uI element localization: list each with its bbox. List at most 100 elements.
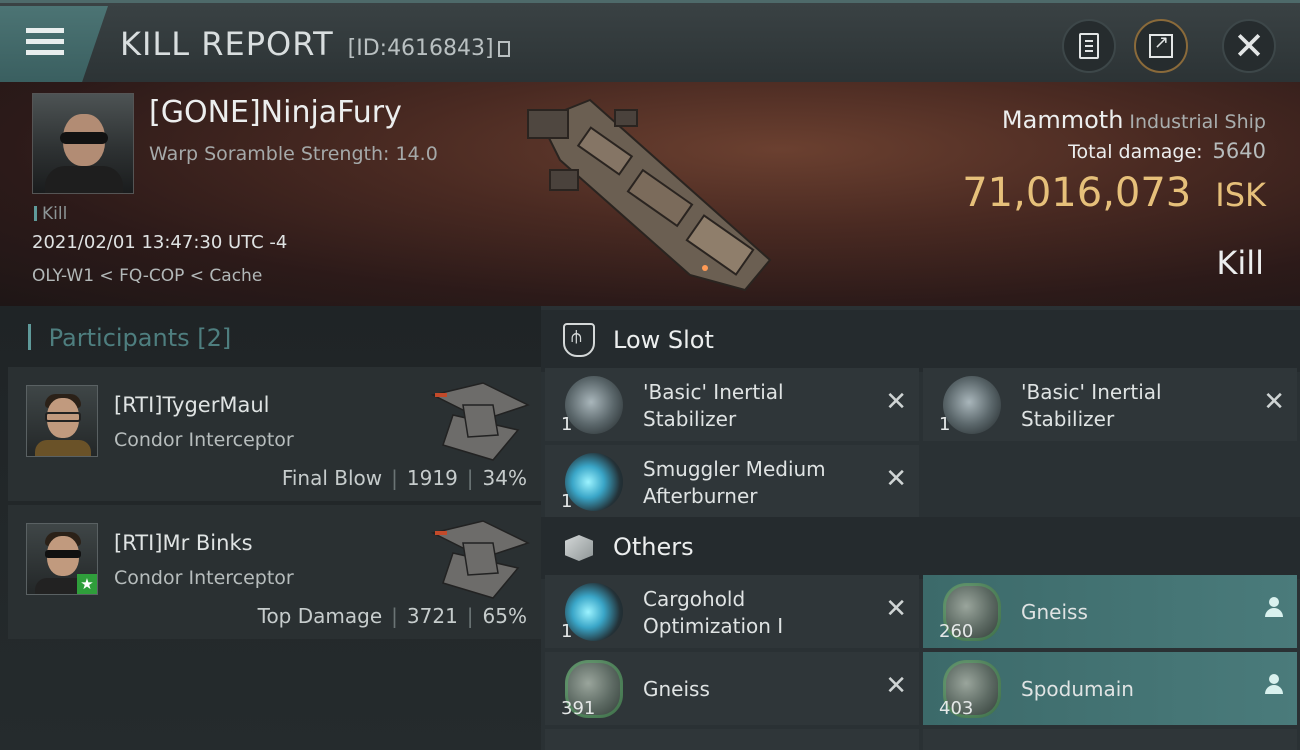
victim-ship-type[interactable]: Mammoth Industrial Ship: [1002, 106, 1266, 134]
item-quantity: 1: [939, 414, 951, 435]
item-row[interactable]: 403 Spodumain: [923, 652, 1297, 725]
total-damage: Total damage: 5640: [1068, 139, 1266, 163]
portrait-glasses: [45, 550, 81, 558]
kill-datetime: 2021/02/01 13:47:30 UTC -4: [32, 232, 288, 253]
item-name: 'Basic' Inertial Stabilizer: [1021, 379, 1251, 433]
item-row[interactable]: 1 Cargohold Optimization I ✕: [545, 575, 919, 648]
victim-portrait[interactable]: [32, 93, 134, 194]
kill-location[interactable]: OLY-W1 < FQ-COP < Cache: [32, 266, 262, 286]
participant-stats: Top Damage | 3721 | 65%: [258, 604, 527, 628]
destroyed-x-icon: ✕: [1263, 387, 1285, 417]
item-quantity: 260: [939, 621, 974, 642]
clipboard-button[interactable]: [1062, 19, 1116, 73]
destroyed-x-icon: ✕: [885, 464, 907, 494]
participant-ship-image[interactable]: [423, 375, 533, 465]
menu-button[interactable]: [0, 6, 108, 82]
user-icon-head: [1269, 597, 1279, 607]
stat-separator: |: [466, 604, 474, 628]
participant-ship: Condor Interceptor: [114, 429, 294, 451]
participants-label: Participants: [48, 324, 190, 352]
item-row[interactable]: 1 'Basic' Inertial Stabilizer ✕: [923, 368, 1297, 441]
participant-ship: Condor Interceptor: [114, 567, 294, 589]
item-quantity: 1: [561, 491, 573, 512]
share-icon: [1149, 32, 1173, 58]
user-icon-body: [1265, 685, 1283, 694]
victim-ship-image[interactable]: [520, 90, 790, 300]
menu-icon: [26, 28, 64, 33]
others-label: Others: [613, 533, 694, 561]
participant-percent: 65%: [482, 604, 527, 628]
title-group: KILL REPORT [ID:4616843]: [120, 25, 510, 63]
menu-icon-bar: [26, 39, 64, 44]
participants-header: Participants [2]: [28, 324, 232, 352]
report-id: [ID:4616843]: [347, 36, 494, 61]
portrait-glasses: [60, 132, 108, 144]
low-slot-section-header: Low Slot: [541, 310, 1300, 372]
item-name: Gneiss: [643, 677, 710, 701]
share-button[interactable]: [1134, 19, 1188, 73]
item-quantity: 391: [561, 698, 596, 719]
participant-ship-image[interactable]: [423, 513, 533, 603]
menu-icon-bar: [26, 50, 64, 55]
item-row[interactable]: 260 Gneiss: [923, 575, 1297, 648]
destroyed-x-icon: ✕: [885, 594, 907, 624]
isk-unit: ISK: [1215, 176, 1266, 214]
victim-name[interactable]: [GONE]NinjaFury: [149, 95, 402, 130]
participant-name[interactable]: [RTI]Mr Binks: [114, 531, 253, 555]
cargohold-optimization-icon: [565, 583, 623, 641]
user-icon-head: [1269, 674, 1279, 684]
close-icon: ✕: [1233, 24, 1265, 68]
result-label: Kill: [1216, 244, 1264, 282]
portrait-body: [45, 166, 123, 193]
low-slot-icon: [563, 323, 595, 357]
low-slot-label: Low Slot: [613, 326, 714, 354]
inertial-stabilizer-icon: [565, 376, 623, 434]
star-icon: ★: [77, 574, 97, 594]
total-damage-label: Total damage:: [1068, 141, 1203, 163]
item-name-line1: 'Basic' Inertial: [1021, 380, 1162, 404]
participant-row[interactable]: ★ [RTI]Mr Binks Condor Interceptor Top D…: [8, 505, 541, 639]
item-name-line2: Optimization I: [643, 614, 784, 638]
item-name: Cargohold Optimization I: [643, 586, 873, 640]
participant-role: Final Blow: [281, 466, 383, 490]
item-quantity: 1: [561, 621, 573, 642]
stat-separator: |: [391, 466, 398, 490]
items-panel: Low Slot 1 'Basic' Inertial Stabilizer ✕…: [541, 306, 1300, 750]
participant-damage: 1919: [406, 466, 458, 490]
item-row-partial[interactable]: [545, 729, 919, 750]
item-name-line2: Stabilizer: [1021, 407, 1115, 431]
item-row[interactable]: 391 Gneiss ✕: [545, 652, 919, 725]
participant-portrait[interactable]: [26, 385, 98, 457]
item-row[interactable]: 1 'Basic' Inertial Stabilizer ✕: [545, 368, 919, 441]
cargo-box-icon: [565, 535, 593, 561]
top-bar: KILL REPORT [ID:4616843] ✕: [0, 0, 1300, 82]
user-icon-body: [1265, 608, 1283, 617]
participant-damage: 3721: [406, 604, 458, 628]
stat-separator: |: [391, 604, 398, 628]
page-title: KILL REPORT: [120, 25, 334, 63]
kill-tag: Kill: [34, 204, 67, 224]
close-button[interactable]: ✕: [1222, 19, 1276, 73]
destroyed-x-icon: ✕: [885, 387, 907, 417]
others-section-header: Others: [541, 517, 1300, 579]
inertial-stabilizer-icon: [943, 376, 1001, 434]
item-quantity: 403: [939, 698, 974, 719]
participant-name[interactable]: [RTI]TygerMaul: [114, 393, 269, 417]
item-name: Spodumain: [1021, 677, 1134, 701]
item-name-line2: Afterburner: [643, 484, 758, 508]
victim-subtitle: Warp Soramble Strength: 14.0: [149, 143, 438, 165]
copy-icon[interactable]: [497, 41, 510, 57]
item-name: Smuggler Medium Afterburner: [643, 456, 873, 510]
dropped-user-icon: [1265, 674, 1283, 696]
item-row-partial[interactable]: [923, 729, 1297, 750]
portrait-glasses: [45, 412, 81, 422]
participant-portrait[interactable]: ★: [26, 523, 98, 595]
stat-separator: |: [466, 466, 474, 490]
item-row[interactable]: 1 Smuggler Medium Afterburner ✕: [545, 445, 919, 518]
total-damage-value: 5640: [1212, 139, 1266, 163]
destroyed-x-icon: ✕: [885, 671, 907, 701]
participant-row[interactable]: [RTI]TygerMaul Condor Interceptor Final …: [8, 367, 541, 501]
item-name-line1: Smuggler Medium: [643, 457, 826, 481]
portrait-torso: [35, 440, 91, 456]
ship-class: Industrial Ship: [1129, 111, 1266, 133]
